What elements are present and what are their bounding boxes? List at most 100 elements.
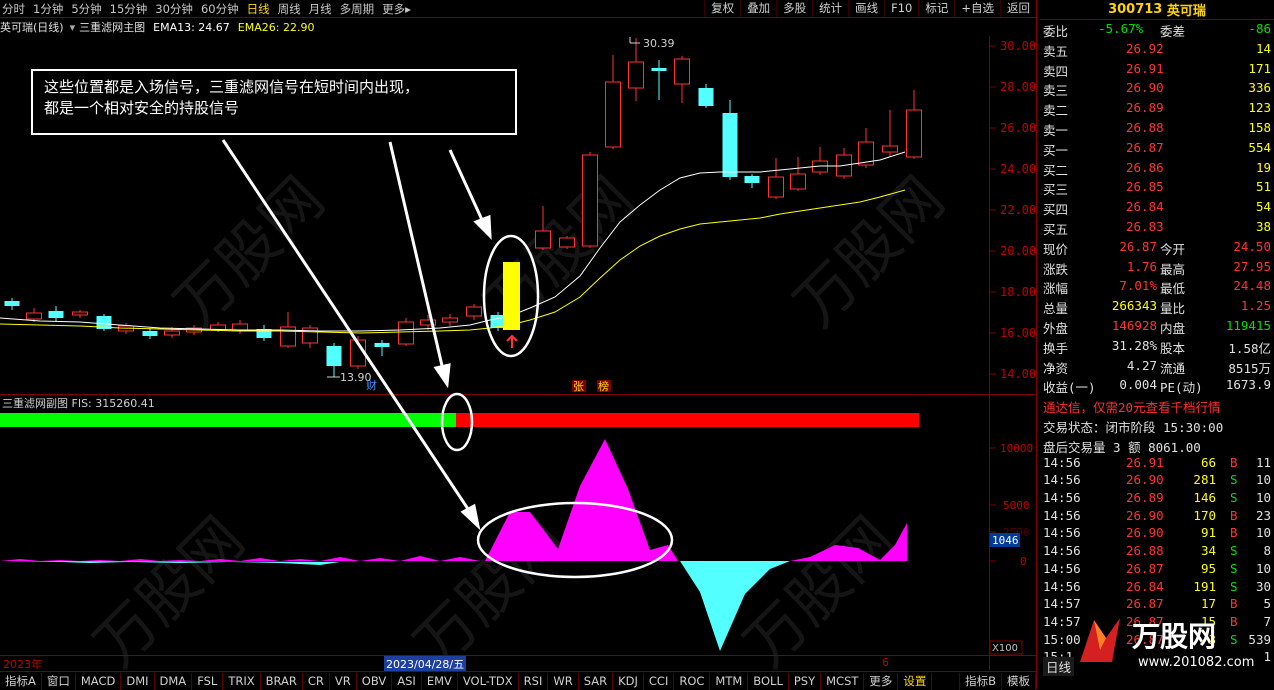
stat-value: 1.25: [1240, 298, 1271, 314]
bid-row: 买二 26.86 19: [1040, 159, 1274, 178]
svg-text:万股网: 万股网: [731, 504, 908, 681]
y-tick-label-26: 26.00: [1000, 121, 1036, 135]
stat-label: 股本: [1160, 340, 1186, 356]
tick-price: 26.88: [1126, 543, 1164, 559]
tab-cci[interactable]: CCI: [644, 672, 675, 690]
tab-indicator-a[interactable]: 指标A: [0, 672, 42, 690]
ask-label: 卖五: [1043, 43, 1069, 59]
tab-cr[interactable]: CR: [303, 672, 330, 690]
tab-settings[interactable]: 设置: [898, 672, 933, 690]
y-tick-label-28: 28.00: [1000, 80, 1036, 94]
stat-label: 内盘: [1160, 321, 1186, 336]
tab-kdj[interactable]: KDJ: [613, 672, 644, 690]
tick-row: 14:56 26.90 170 B 23: [1040, 507, 1274, 525]
ask-row: 卖一 26.88 158: [1040, 119, 1274, 138]
svg-text:万股网: 万股网: [781, 164, 958, 341]
stat-label: 外盘: [1043, 321, 1069, 336]
tab-wr[interactable]: WR: [548, 672, 579, 690]
tick-volume: 34: [1200, 543, 1216, 559]
tab-window[interactable]: 窗口: [42, 672, 76, 690]
tab-dmi[interactable]: DMI: [121, 672, 155, 690]
tab-roc[interactable]: ROC: [674, 672, 711, 690]
tick-count: 5: [1263, 596, 1271, 612]
stat-row: 现价 26.87 今开 24.50: [1040, 238, 1274, 257]
stock-code: 300713: [1108, 2, 1163, 17]
tick-side: S: [1230, 560, 1238, 576]
tab-more[interactable]: 更多: [864, 672, 899, 690]
bang-marker[interactable]: 榜: [598, 379, 609, 393]
tick-side: B: [1230, 454, 1238, 470]
stat-row: 总量 266343 量比 1.25: [1040, 297, 1274, 316]
zhang-marker[interactable]: 张: [573, 380, 584, 393]
callout-line-2: 都是一个相对安全的持股信号: [44, 99, 240, 117]
tab-mtm[interactable]: MTM: [710, 672, 749, 690]
weicha-label: 委差: [1160, 24, 1186, 39]
candle-body: [48, 311, 64, 318]
tab-asi[interactable]: ASI: [392, 672, 422, 690]
bid-volume: 19: [1255, 159, 1271, 175]
bid-volume: 554: [1248, 139, 1271, 155]
finance-marker[interactable]: 财: [366, 378, 377, 392]
bid-row: 买三 26.85 51: [1040, 178, 1274, 197]
tick-volume: 170: [1193, 507, 1216, 523]
tab-trix[interactable]: TRIX: [223, 672, 261, 690]
tab-obv[interactable]: OBV: [357, 672, 393, 690]
tab-vr[interactable]: VR: [330, 672, 357, 690]
weibi-label: 委比: [1043, 24, 1069, 39]
year-label: 2023年: [3, 658, 42, 671]
candle-body: [164, 330, 180, 336]
tick-count: 10: [1255, 560, 1271, 576]
indicator-y-axis: 10000 5000 2500 0: [990, 442, 1033, 568]
tick-count: 10: [1255, 525, 1271, 541]
weicha-value: -86: [1248, 21, 1271, 36]
tab-psy[interactable]: PSY: [789, 672, 822, 690]
tab-dma[interactable]: DMA: [155, 672, 193, 690]
bid-row: 买一 26.87 554: [1040, 139, 1274, 158]
promo-link[interactable]: 通达信，仅需20元查看千档行情: [1043, 397, 1221, 416]
tab-fsl[interactable]: FSL: [192, 672, 224, 690]
daily-tab[interactable]: 日线: [1043, 657, 1075, 676]
x100-label[interactable]: X100: [992, 643, 1018, 654]
tab-emv[interactable]: EMV: [422, 672, 458, 690]
up-arrow-icon: [506, 334, 518, 348]
indicator-tabs: 指标A 窗口 MACD DMI DMA FSL TRIX BRAR CR VR …: [0, 671, 1036, 690]
tab-macd[interactable]: MACD: [76, 672, 122, 690]
tab-sar[interactable]: SAR: [579, 672, 614, 690]
callout-line-1: 这些位置都是入场信号，三重滤网信号在短时间内出现，: [44, 78, 420, 96]
tick-count: 10: [1255, 490, 1271, 505]
ask-price: 26.88: [1126, 120, 1164, 135]
bid-price: 26.84: [1126, 199, 1164, 215]
tab-vol-tdx[interactable]: VOL-TDX: [458, 672, 519, 690]
y-tick: 30.00: [990, 39, 1036, 53]
ask-price: 26.92: [1126, 40, 1164, 56]
tick-side: S: [1230, 578, 1238, 594]
bid-volume: 38: [1255, 219, 1271, 234]
ask-volume: 158: [1248, 120, 1271, 135]
tab-boll[interactable]: BOLL: [748, 672, 789, 690]
arrow-head-icon: [433, 363, 451, 389]
candle-body: [906, 109, 922, 158]
tick-volume: 95: [1200, 560, 1216, 576]
tick-volume: 281: [1193, 472, 1216, 488]
tick-side: B: [1230, 596, 1238, 612]
stat-label: 净资: [1043, 360, 1069, 376]
month-label: 6: [882, 656, 889, 669]
tab-rsi[interactable]: RSI: [519, 672, 549, 690]
tick-side: S: [1230, 543, 1238, 559]
arrow-head-icon: [473, 214, 492, 240]
stat-label: 总量: [1043, 301, 1069, 317]
stat-value: 1.76: [1126, 258, 1157, 274]
candle-body: [442, 317, 458, 323]
tick-price: 26.84: [1126, 578, 1164, 594]
tick-volume: 146: [1193, 490, 1216, 505]
tick-volume: 17: [1200, 596, 1216, 612]
tab-indicator-b[interactable]: 指标B: [959, 672, 1002, 690]
indicator-title[interactable]: 三重滤网副图 FIS: 315260.41: [2, 395, 155, 411]
tick-count: 8: [1263, 543, 1271, 559]
tab-template[interactable]: 模板: [1002, 672, 1036, 690]
tab-brar[interactable]: BRAR: [261, 672, 303, 690]
stat-label: 收益(一): [1043, 380, 1096, 396]
tick-count: 10: [1255, 472, 1271, 488]
tab-mcst[interactable]: MCST: [821, 672, 865, 690]
tick-time: 14:57: [1043, 596, 1081, 612]
